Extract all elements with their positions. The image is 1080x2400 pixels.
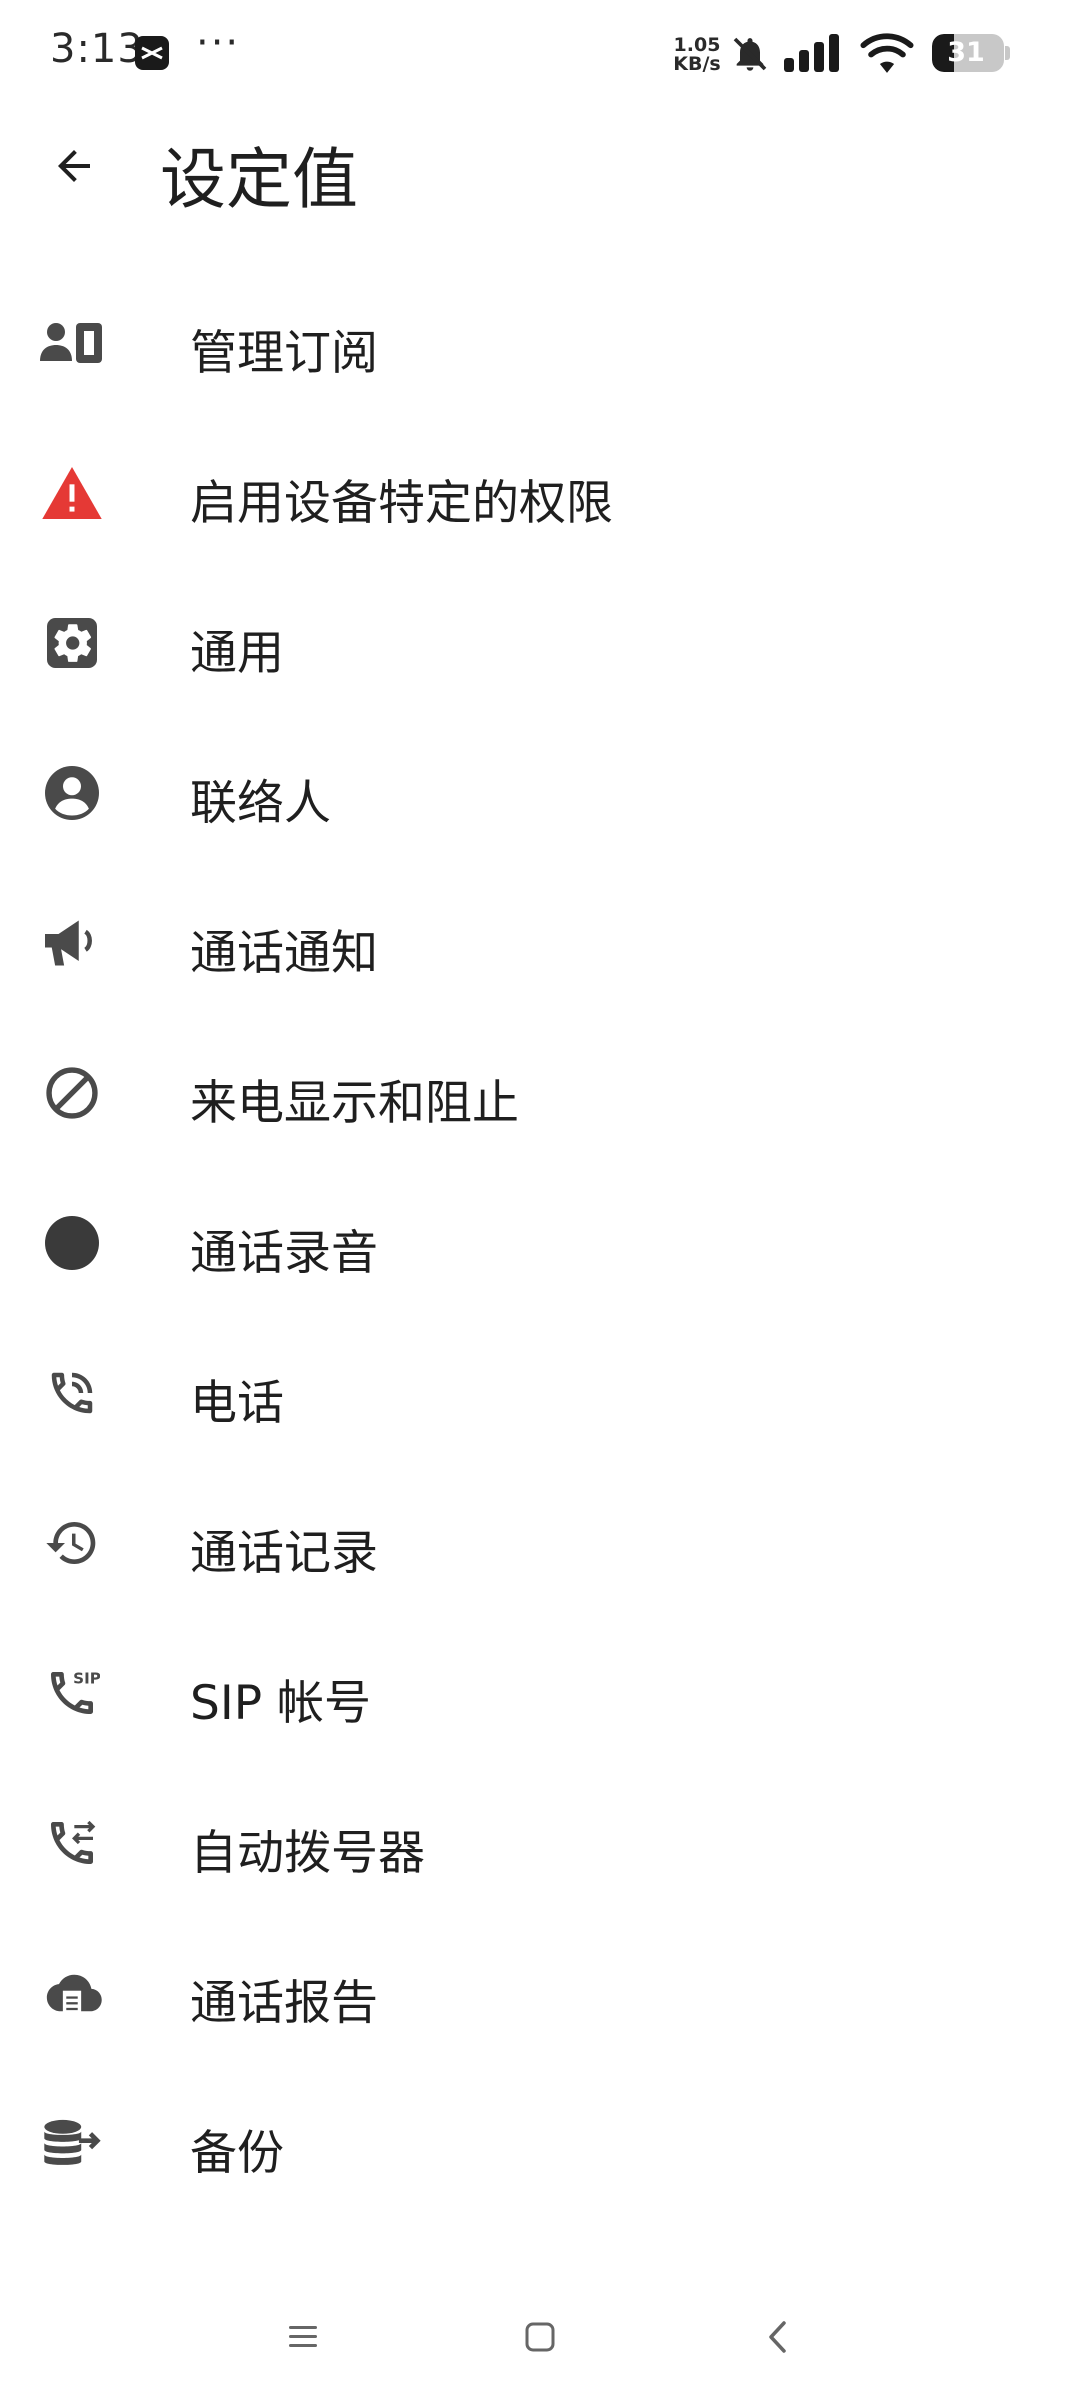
arrow-left-icon [58,150,90,182]
settings-item-label: 联络人 [190,776,331,831]
settings-item-label: 来电显示和阻止 [190,1076,519,1131]
settings-item-contacts[interactable]: 联络人 [0,718,1080,868]
settings-item-label: 通用 [190,626,284,681]
settings-item-general[interactable]: 通用 [0,568,1080,718]
settings-item-label: 启用设备特定的权限 [190,476,613,531]
settings-item-label: 自动拨号器 [190,1826,425,1881]
megaphone-icon [40,913,104,973]
settings-item-device-permissions[interactable]: 启用设备特定的权限 [0,418,1080,568]
recents-button[interactable] [263,2302,343,2372]
capcut-app-icon [135,36,169,70]
settings-item-call-recording[interactable]: 通话录音 [0,1168,1080,1318]
account-circle-icon [40,763,104,823]
settings-item-label: 通话记录 [190,1526,378,1581]
app-bar: 设定值 [0,110,1080,230]
home-square-icon [525,2322,555,2352]
status-bar: 3:13 ··· 1.05 KB/s 31 [0,0,1080,110]
page-title: 设定值 [160,141,358,218]
settings-item-label: 电话 [190,1376,284,1431]
settings-item-label: 管理订阅 [190,326,378,381]
history-icon [40,1513,104,1573]
settings-item-caller-id-blocking[interactable]: 来电显示和阻止 [0,1018,1080,1168]
settings-item-label: 通话通知 [190,926,378,981]
battery-level: 31 [947,37,985,68]
settings-item-auto-dialer[interactable]: 自动拨号器 [0,1768,1080,1918]
battery-icon: 31 [932,34,1004,72]
nav-back-button[interactable] [738,2302,818,2372]
network-speed: 1.05 KB/s [672,36,722,74]
sip-phone-icon: SIP [40,1663,104,1723]
settings-item-label: 通话录音 [190,1226,378,1281]
battery-tip [1005,46,1010,60]
more-notifications-indicator: ··· [196,20,241,66]
menu-icon [289,2326,317,2347]
settings-item-label: SIP 帐号 [190,1676,371,1731]
block-icon [40,1063,104,1123]
phone-in-talk-icon [40,1363,104,1423]
back-chevron-icon [769,2321,786,2353]
network-speed-unit: KB/s [673,53,721,75]
record-dot-icon [40,1213,104,1273]
bell-muted-icon [730,34,770,78]
settings-item-backup[interactable]: 备份 [0,2068,1080,2218]
settings-item-call-notifications[interactable]: 通话通知 [0,868,1080,1018]
settings-item-label: 备份 [190,2126,284,2181]
back-button[interactable] [36,128,112,204]
phone-forward-icon [40,1813,104,1873]
settings-item-manage-subscription[interactable]: 管理订阅 [0,268,1080,418]
settings-item-label: 通话报告 [190,1976,378,2031]
settings-item-sip-account[interactable]: SIP SIP 帐号 [0,1618,1080,1768]
settings-item-call-log[interactable]: 通话记录 [0,1468,1080,1618]
settings-item-call-report[interactable]: 通话报告 [0,1918,1080,2068]
wifi-icon [860,32,914,78]
subscription-card-icon [40,313,104,373]
gear-icon [40,613,104,673]
system-navigation-bar [0,2280,1080,2400]
signal-icon [782,34,846,78]
list-bottom-mask [0,2220,1080,2280]
screen: 3:13 ··· 1.05 KB/s 31 设定值 管理订阅 启用设备特定的权限… [0,0,1080,2400]
cloud-report-icon [40,1963,104,2023]
settings-list[interactable]: 管理订阅 启用设备特定的权限 通用 联络人 通话通知 来电显示和阻止 通话录音 … [0,268,1080,2258]
settings-item-phone[interactable]: 电话 [0,1318,1080,1468]
home-button[interactable] [500,2302,580,2372]
warning-triangle-icon [40,463,104,523]
database-sync-icon [40,2113,104,2173]
status-time: 3:13 [50,26,144,72]
svg-text:SIP: SIP [73,1670,100,1688]
